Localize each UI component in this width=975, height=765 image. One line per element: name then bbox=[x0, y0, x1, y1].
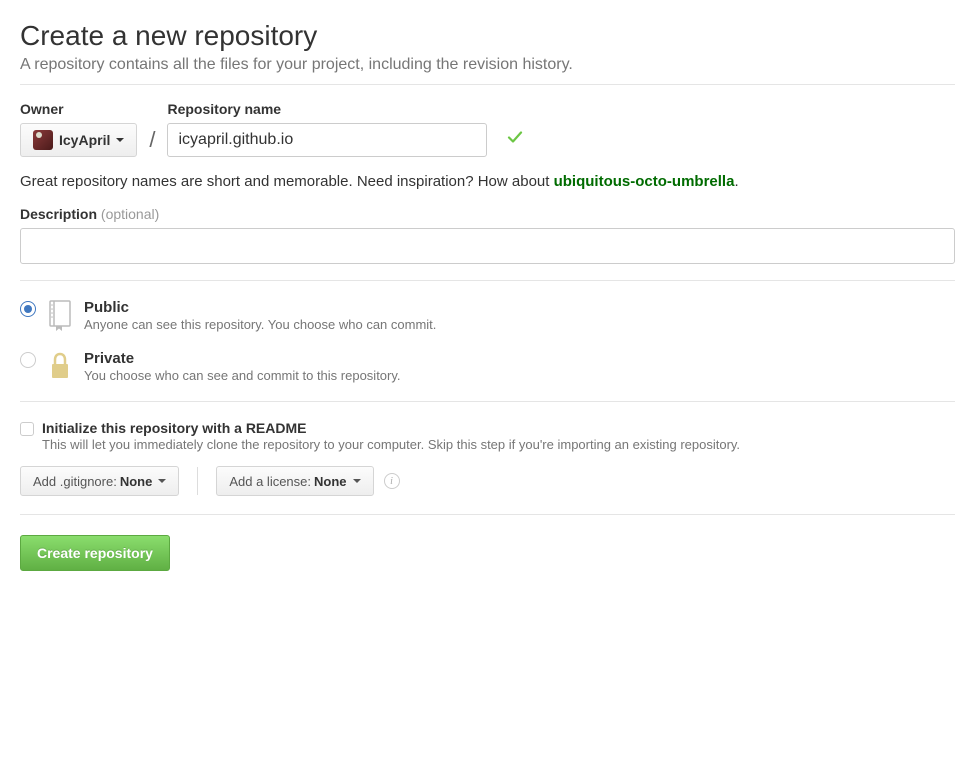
name-hint: Great repository names are short and mem… bbox=[20, 173, 955, 190]
info-icon[interactable]: i bbox=[384, 473, 400, 489]
create-repository-button[interactable]: Create repository bbox=[20, 535, 170, 571]
avatar bbox=[33, 130, 53, 150]
private-desc: You choose who can see and commit to thi… bbox=[84, 368, 955, 383]
divider bbox=[197, 467, 198, 495]
chevron-down-icon bbox=[353, 479, 361, 483]
license-select[interactable]: Add a license: None bbox=[216, 466, 373, 496]
page-subtitle: A repository contains all the files for … bbox=[20, 56, 955, 74]
public-radio[interactable] bbox=[20, 301, 36, 317]
private-title: Private bbox=[84, 350, 955, 367]
repo-name-input[interactable] bbox=[167, 123, 487, 157]
page-title: Create a new repository bbox=[20, 20, 955, 52]
check-icon bbox=[507, 130, 523, 151]
readme-checkbox[interactable] bbox=[20, 422, 34, 436]
readme-desc: This will let you immediately clone the … bbox=[42, 437, 955, 452]
repo-name-label: Repository name bbox=[167, 101, 487, 117]
chevron-down-icon bbox=[158, 479, 166, 483]
description-input[interactable] bbox=[20, 228, 955, 264]
description-label: Description (optional) bbox=[20, 206, 955, 222]
owner-label: Owner bbox=[20, 101, 137, 117]
owner-select[interactable]: IcyApril bbox=[20, 123, 137, 157]
name-suggestion[interactable]: ubiquitous-octo-umbrella bbox=[554, 173, 735, 190]
lock-icon bbox=[46, 350, 74, 382]
private-radio[interactable] bbox=[20, 352, 36, 368]
repo-icon bbox=[46, 299, 74, 331]
public-title: Public bbox=[84, 299, 955, 316]
public-desc: Anyone can see this repository. You choo… bbox=[84, 317, 955, 332]
owner-username: IcyApril bbox=[59, 132, 110, 148]
readme-title: Initialize this repository with a README bbox=[42, 420, 955, 436]
gitignore-select[interactable]: Add .gitignore: None bbox=[20, 466, 179, 496]
slash-separator: / bbox=[147, 127, 157, 157]
chevron-down-icon bbox=[116, 138, 124, 142]
